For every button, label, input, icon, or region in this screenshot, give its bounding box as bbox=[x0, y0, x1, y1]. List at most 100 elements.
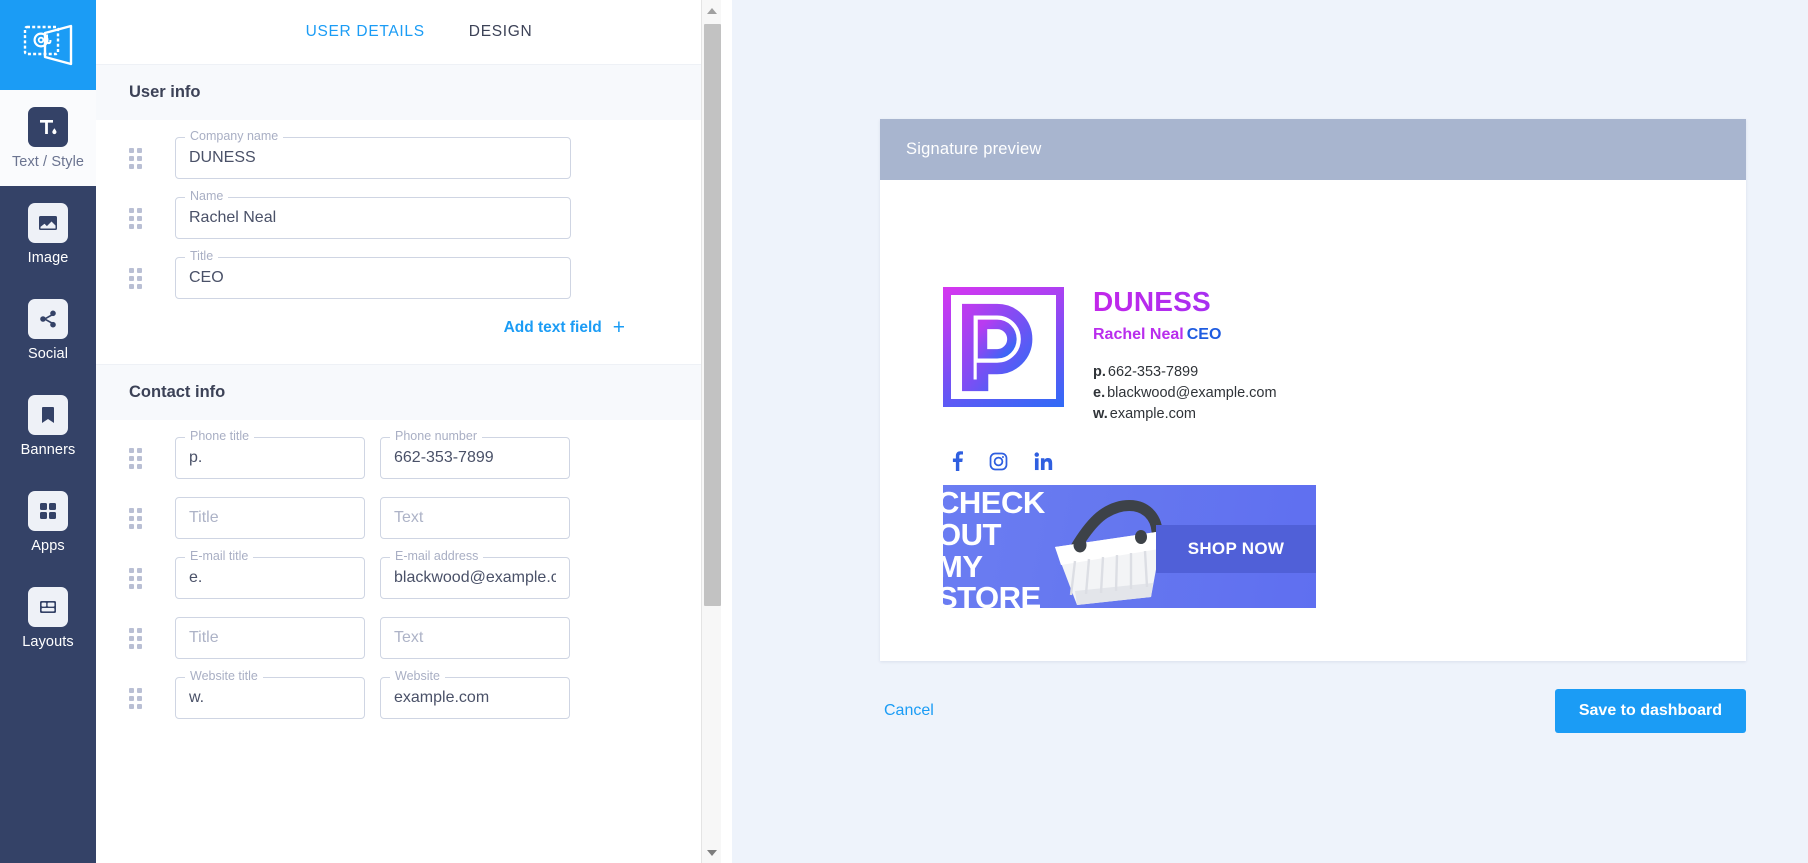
drag-handle-icon[interactable] bbox=[129, 447, 163, 469]
app-root: Text / Style Image Social Banners Apps L… bbox=[0, 0, 1808, 863]
website-field: Website bbox=[380, 669, 570, 719]
phone-value: 662-353-7899 bbox=[1107, 364, 1199, 380]
plus-icon: + bbox=[612, 316, 625, 339]
email-prefix: e. bbox=[1093, 385, 1106, 401]
drag-handle-icon[interactable] bbox=[129, 147, 163, 169]
phone-prefix: p. bbox=[1093, 364, 1106, 380]
scrollbar-thumb[interactable] bbox=[704, 24, 721, 606]
tab-design[interactable]: DESIGN bbox=[469, 23, 533, 41]
sidebar-item-text-style[interactable]: Text / Style bbox=[0, 90, 96, 186]
empty-text-field-1 bbox=[380, 497, 570, 539]
drag-handle-icon[interactable] bbox=[129, 507, 163, 529]
app-logo[interactable] bbox=[0, 0, 96, 90]
instagram-icon[interactable] bbox=[989, 452, 1008, 471]
chevron-up-icon bbox=[706, 7, 717, 14]
sidebar-item-banners[interactable]: Banners bbox=[0, 378, 96, 474]
empty-title-field-1 bbox=[175, 497, 365, 539]
empty-title-input-1[interactable] bbox=[175, 497, 365, 539]
name-field: Name bbox=[175, 189, 571, 239]
grid-icon bbox=[28, 490, 68, 531]
store-banner[interactable]: CHECK OUT MY STORE SHOP NOW bbox=[943, 485, 1316, 608]
drag-handle-icon[interactable] bbox=[129, 267, 163, 289]
email-title-input[interactable] bbox=[175, 557, 365, 599]
scroll-down-button[interactable] bbox=[702, 842, 722, 863]
form-panel: USER DETAILS DESIGN User info Company na… bbox=[96, 0, 732, 863]
drag-handle-icon[interactable] bbox=[129, 687, 163, 709]
chevron-down-icon bbox=[707, 849, 717, 856]
field-row-phone: Phone title Phone number bbox=[96, 429, 732, 479]
email-title-field: E-mail title bbox=[175, 549, 365, 599]
sidebar-item-image[interactable]: Image bbox=[0, 186, 96, 282]
facebook-icon[interactable] bbox=[952, 451, 963, 471]
field-row-name: Name bbox=[96, 189, 732, 239]
text-style-icon bbox=[28, 106, 68, 147]
cancel-button[interactable]: Cancel bbox=[880, 692, 938, 730]
website-title-field: Website title bbox=[175, 669, 365, 719]
tab-user-details[interactable]: USER DETAILS bbox=[306, 23, 425, 41]
field-row-empty-2 bbox=[96, 617, 732, 659]
footer-actions: Cancel Save to dashboard bbox=[880, 689, 1746, 733]
sidebar-item-label: Apps bbox=[31, 537, 65, 554]
email-address-field: E-mail address bbox=[380, 549, 570, 599]
sidebar-item-label: Banners bbox=[20, 441, 76, 458]
linkedin-icon[interactable] bbox=[1034, 451, 1053, 471]
signature-company: DUNESS bbox=[1093, 288, 1277, 316]
company-name-field: Company name bbox=[175, 129, 571, 179]
phone-title-field: Phone title bbox=[175, 429, 365, 479]
email-address-input[interactable] bbox=[380, 557, 570, 599]
sidebar-item-apps[interactable]: Apps bbox=[0, 474, 96, 570]
envelope-at-logo-icon bbox=[23, 24, 73, 66]
signature-person-title: CEO bbox=[1186, 326, 1222, 343]
empty-text-input-2[interactable] bbox=[380, 617, 570, 659]
signature-header-block: DUNESS Rachel Neal CEO p. 662-353-7899 e. b… bbox=[943, 284, 1746, 425]
phone-number-field: Phone number bbox=[380, 429, 570, 479]
sidebar-item-layouts[interactable]: Layouts bbox=[0, 570, 96, 666]
save-to-dashboard-button[interactable]: Save to dashboard bbox=[1554, 689, 1746, 733]
website-title-input[interactable] bbox=[175, 677, 365, 719]
drag-handle-icon[interactable] bbox=[129, 567, 163, 589]
empty-title-input-2[interactable] bbox=[175, 617, 365, 659]
company-name-input[interactable] bbox=[175, 137, 571, 179]
preview-header: Signature preview bbox=[880, 119, 1746, 180]
sidebar-item-label: Text / Style bbox=[11, 153, 85, 170]
website-input[interactable] bbox=[380, 677, 570, 719]
empty-text-input-1[interactable] bbox=[380, 497, 570, 539]
scroll-up-button[interactable] bbox=[702, 0, 721, 21]
signature-person-name: Rachel Neal bbox=[1093, 326, 1184, 343]
shop-now-button[interactable]: SHOP NOW bbox=[1156, 525, 1316, 573]
empty-text-field-2 bbox=[380, 617, 570, 659]
layouts-icon bbox=[28, 586, 68, 627]
sidebar-item-social[interactable]: Social bbox=[0, 282, 96, 378]
logo-inner bbox=[951, 295, 1056, 399]
phone-number-input[interactable] bbox=[380, 437, 570, 479]
section-title-contact-info: Contact info bbox=[96, 364, 732, 420]
signature-social-row bbox=[952, 451, 1746, 471]
field-row-website: Website title Website bbox=[96, 669, 732, 719]
signature-contact-lines: p. 662-353-7899 e. blackwood@example.com w… bbox=[1093, 362, 1277, 425]
signature-person: Rachel Neal CEO bbox=[1093, 327, 1277, 343]
panel-edge bbox=[721, 0, 732, 863]
user-info-fields: Company name Name Title Add tex bbox=[96, 120, 732, 364]
email-value: blackwood@example.com bbox=[1107, 385, 1277, 401]
phone-title-input[interactable] bbox=[175, 437, 365, 479]
signature-phone-line: p. 662-353-7899 bbox=[1093, 362, 1277, 383]
drag-handle-icon[interactable] bbox=[129, 207, 163, 229]
bookmark-icon bbox=[28, 394, 68, 435]
name-input[interactable] bbox=[175, 197, 571, 239]
share-icon bbox=[28, 298, 68, 339]
add-text-field-button[interactable]: Add text field + bbox=[96, 317, 732, 338]
tab-bar: USER DETAILS DESIGN bbox=[96, 0, 732, 64]
form-scrollbar[interactable] bbox=[701, 0, 721, 863]
image-icon bbox=[28, 202, 68, 243]
field-row-company: Company name bbox=[96, 129, 732, 179]
sidebar-item-label: Image bbox=[27, 249, 69, 266]
company-logo bbox=[943, 287, 1064, 407]
signature-email-line: e. blackwood@example.com bbox=[1093, 383, 1277, 404]
drag-handle-icon[interactable] bbox=[129, 627, 163, 649]
svg-text:OUT: OUT bbox=[943, 517, 1002, 552]
svg-text:MY: MY bbox=[943, 549, 983, 584]
title-input[interactable] bbox=[175, 257, 571, 299]
signature-info: DUNESS Rachel Neal CEO p. 662-353-7899 e. b… bbox=[1093, 284, 1277, 425]
field-row-email: E-mail title E-mail address bbox=[96, 549, 732, 599]
field-row-title: Title bbox=[96, 249, 732, 299]
